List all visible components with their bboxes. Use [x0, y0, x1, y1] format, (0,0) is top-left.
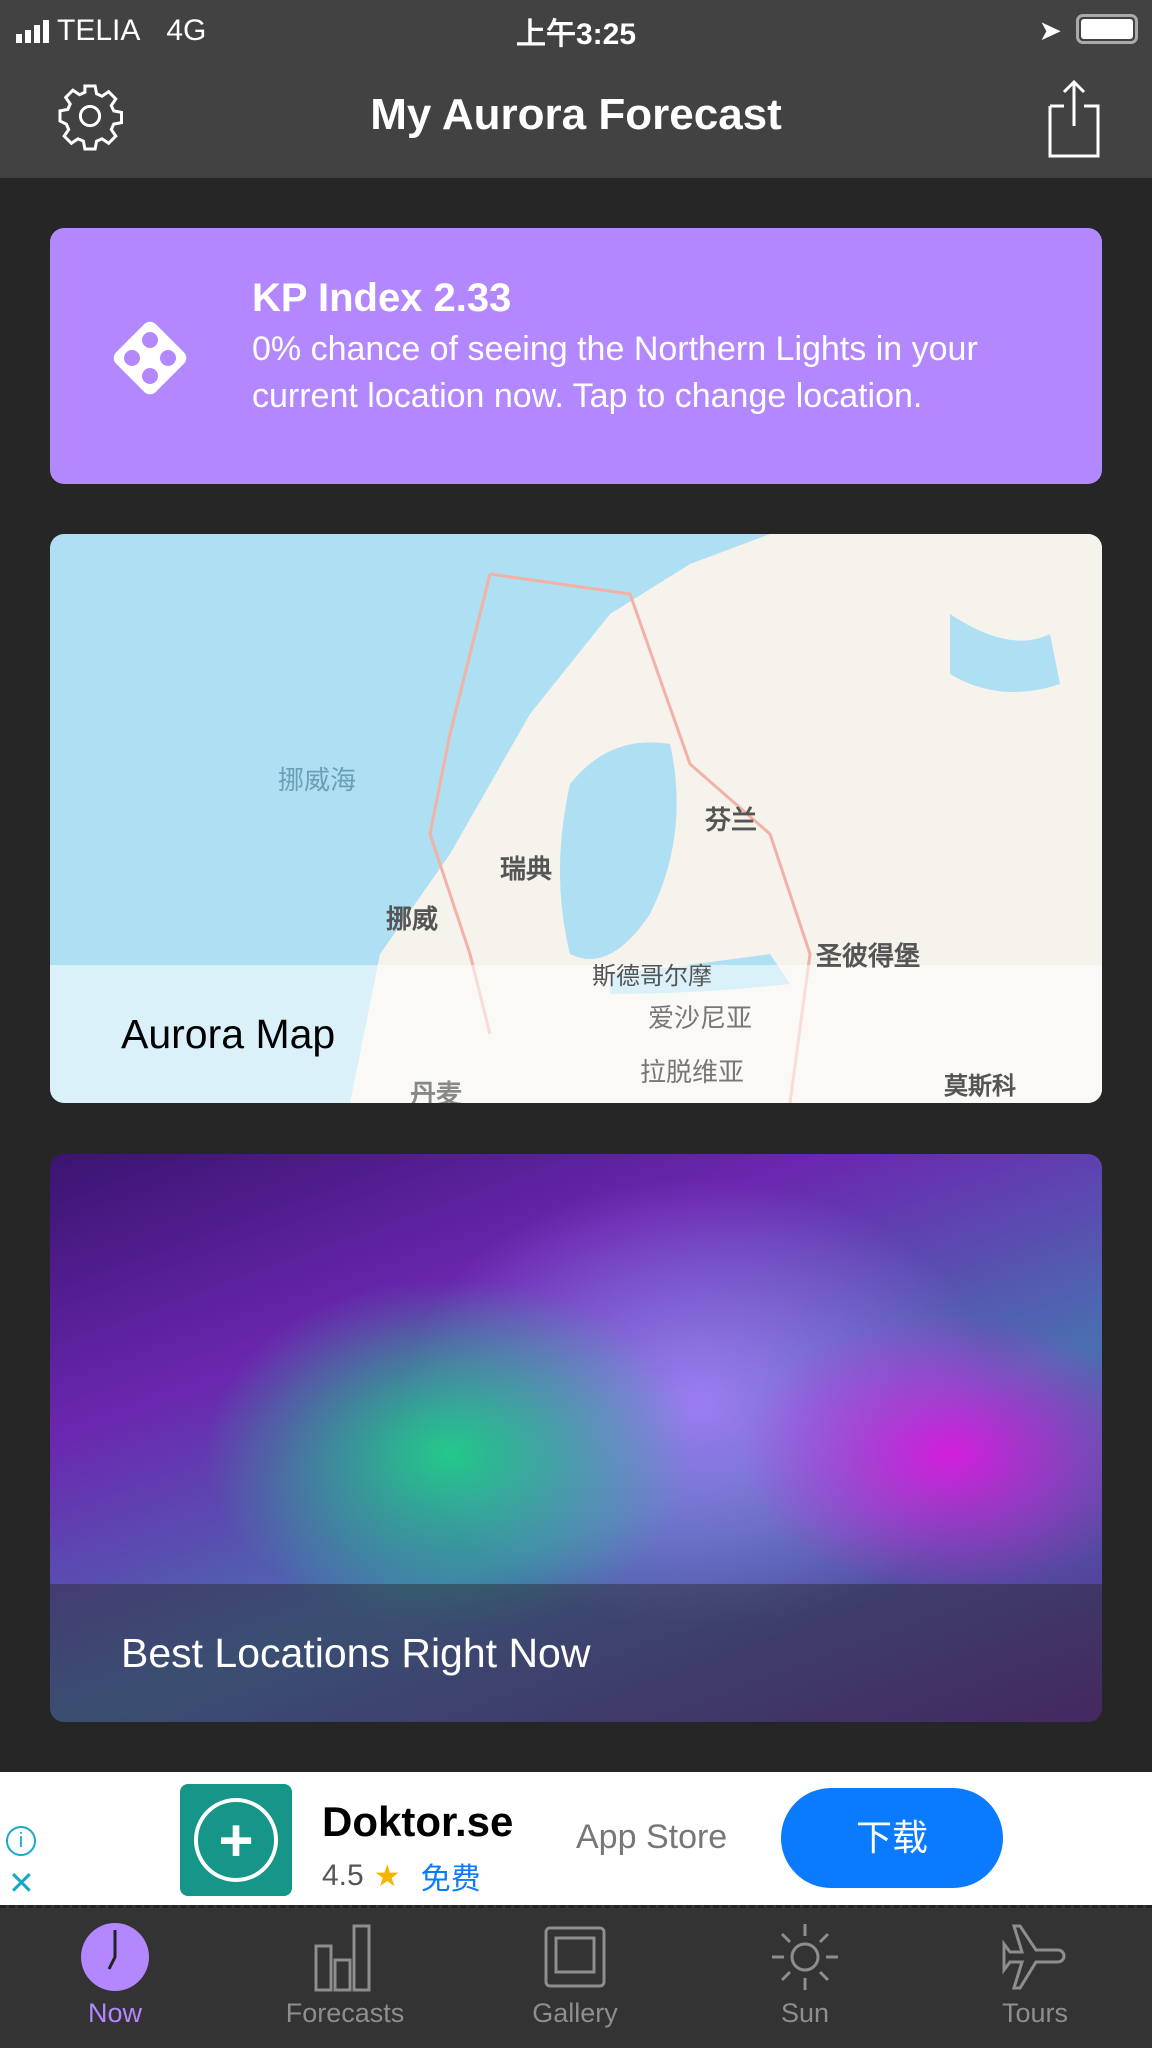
- ad-banner[interactable]: i ✕ + Doktor.se 4.5 ★ 免费 App Store 下载: [0, 1772, 1152, 1905]
- clock: 上午3:25: [515, 18, 637, 51]
- map-label-moscow: 莫斯科: [944, 1073, 1016, 1100]
- nav-bar: My Aurora Forecast: [0, 62, 1152, 178]
- tab-gallery[interactable]: Gallery: [475, 1922, 675, 2029]
- tab-forecasts[interactable]: Forecasts: [245, 1922, 445, 2029]
- best-locations-label: Best Locations Right Now: [121, 1629, 591, 1676]
- star-icon: ★: [373, 1859, 401, 1893]
- clock-icon: [81, 1923, 149, 1991]
- map-label-latvia: 拉脱维亚: [640, 1057, 745, 1087]
- tab-now[interactable]: Now: [15, 1922, 215, 2029]
- map-label-norway: 挪威: [386, 904, 439, 934]
- map-label-estonia: 爱沙尼亚: [648, 1003, 753, 1033]
- tab-label: Gallery: [532, 1998, 618, 2028]
- kp-index-title: KP Index 2.33: [252, 276, 512, 320]
- locations-label-bar: Best Locations Right Now: [50, 1584, 1102, 1722]
- aurora-map-card[interactable]: 挪威海 瑞典 挪威 芬兰 斯德哥尔摩 圣彼得堡 爱沙尼亚 拉脱维亚 莫斯科 丹麦…: [50, 534, 1102, 1103]
- ad-close-icon[interactable]: ✕: [8, 1864, 35, 1902]
- map-label-st-petersburg: 圣彼得堡: [816, 941, 921, 971]
- share-icon[interactable]: [1046, 78, 1102, 158]
- tab-label: Forecasts: [285, 1998, 405, 2028]
- tab-bar: Now Forecasts Gallery Sun Tours: [0, 1905, 1152, 2048]
- bar-chart-icon: [314, 1924, 371, 1992]
- map-label-denmark: 丹麦: [410, 1079, 463, 1103]
- best-locations-card[interactable]: Best Locations Right Now: [50, 1154, 1102, 1722]
- location-arrow-icon: ➤: [1038, 15, 1062, 46]
- ad-rating: 4.5: [322, 1859, 364, 1892]
- kp-description: 0% chance of seeing the Northern Lights …: [252, 330, 978, 415]
- tab-tours[interactable]: Tours: [935, 1922, 1135, 2029]
- sun-icon: [772, 1924, 838, 1990]
- aurora-map-label: Aurora Map: [121, 1010, 336, 1057]
- ad-app-name: Doktor.se: [322, 1798, 514, 1845]
- kp-index-card[interactable]: KP Index 2.33 0% chance of seeing the No…: [50, 228, 1102, 484]
- page-title: My Aurora Forecast: [370, 90, 782, 139]
- ad-price: 免费: [420, 1863, 481, 1896]
- map-label-sweden: 瑞典: [500, 854, 553, 884]
- tab-sun[interactable]: Sun: [705, 1922, 905, 2029]
- status-bar: TELIA 4G 上午3:25 ➤: [0, 0, 1152, 62]
- tab-label: Sun: [780, 1998, 830, 2028]
- map-label-norwegian-sea: 挪威海: [278, 765, 357, 795]
- ad-info-icon[interactable]: i: [6, 1826, 36, 1856]
- tab-label: Tours: [1001, 1998, 1069, 2028]
- map-label-stockholm: 斯德哥尔摩: [592, 963, 712, 990]
- app-icon: +: [180, 1784, 292, 1896]
- gallery-icon: [544, 1926, 606, 1988]
- tab-label: Now: [87, 1998, 142, 2028]
- ad-store: App Store: [576, 1818, 728, 1856]
- download-button[interactable]: 下载: [781, 1788, 1003, 1888]
- airplane-icon: [1002, 1924, 1066, 1990]
- battery-icon: [1076, 14, 1138, 44]
- dice-icon: [113, 321, 187, 395]
- map-label-finland: 芬兰: [705, 805, 758, 835]
